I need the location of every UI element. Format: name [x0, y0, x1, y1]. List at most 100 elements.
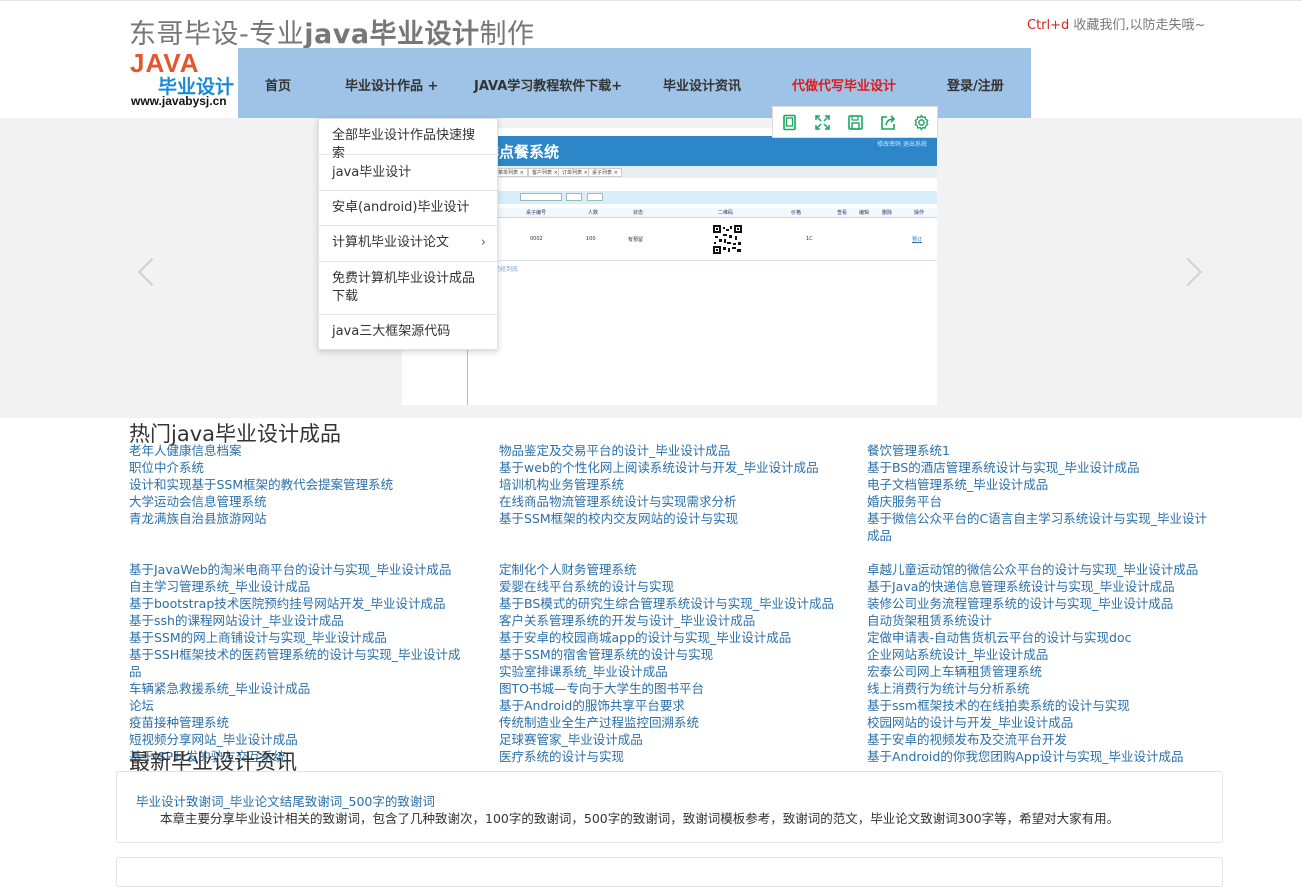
slide-col: 人数 — [588, 210, 599, 216]
hot-link[interactable]: 婚庆服务平台 — [867, 493, 1217, 510]
hot-link[interactable]: 设计和实现基于SSM框架的教代会提案管理系统 — [129, 476, 469, 493]
slide-cell: 预订 — [912, 237, 923, 243]
hot-link[interactable]: 自主学习管理系统_毕业设计成品 — [129, 578, 469, 595]
hot-link[interactable]: 电子文档管理系统_毕业设计成品 — [867, 476, 1217, 493]
slide-col: 价格 — [791, 210, 802, 216]
hot-link[interactable]: 卓越儿童运动馆的微信公众平台的设计与实现_毕业设计成品 — [867, 561, 1217, 578]
image-toolbar — [772, 106, 938, 138]
dropdown-item-search[interactable]: 全部毕业设计作品快速搜索 — [319, 119, 499, 161]
slide-tab: 桌子列表 × — [588, 168, 622, 177]
dropdown-item-android[interactable]: 安卓(android)毕业设计 — [319, 191, 499, 226]
slide-col: 二维码 — [718, 210, 734, 216]
slide-col: 桌子编号 — [526, 210, 547, 216]
hot-link[interactable]: 职位中介系统 — [129, 459, 469, 476]
hot-link[interactable]: 青龙满族自治县旅游网站 — [129, 510, 469, 527]
hot-column-2: 物品鉴定及交易平台的设计_毕业设计成品 基于web的个性化网上阅读系统设计与开发… — [499, 442, 849, 765]
slide-col: 查看 — [837, 210, 848, 216]
hot-link[interactable]: 传统制造业全生产过程监控回溯系统 — [499, 714, 849, 731]
copy-icon[interactable] — [781, 114, 798, 131]
dropdown-item-frameworks[interactable]: java三大框架源代码 — [319, 315, 499, 351]
hot-link[interactable]: 论坛 — [129, 697, 469, 714]
hot-link[interactable]: 基于Java的快递信息管理系统设计与实现_毕业设计成品 — [867, 578, 1217, 595]
slide-cell: 1C — [806, 236, 813, 242]
hot-link[interactable]: 基于Android的服饰共享平台要求 — [499, 697, 849, 714]
slide-tab: 客户列表 × — [528, 168, 562, 177]
slide-add-btn — [587, 193, 603, 201]
hot-link[interactable]: 实验室排课系统_毕业设计成品 — [499, 663, 849, 680]
slide-cell: 0002 — [530, 236, 543, 242]
hot-link[interactable]: 基于微信公众平台的C语言自主学习系统设计与实现_毕业设计成品 — [867, 510, 1217, 544]
news-card — [116, 857, 1223, 887]
nav-works[interactable]: 毕业设计作品 + — [345, 75, 438, 94]
hot-link[interactable]: 定做申请表-自动售货机云平台的设计与实现doc — [867, 629, 1217, 646]
qr-code-icon — [713, 225, 742, 254]
slide-cell: 有預留 — [628, 237, 644, 243]
hot-link[interactable]: 图TO书城—专向于大学生的图书平台 — [499, 680, 849, 697]
hot-link[interactable]: 基于BS模式的研究生综合管理系统设计与实现_毕业设计成品 — [499, 595, 849, 612]
hot-link[interactable]: 餐饮管理系统1 — [867, 442, 1217, 459]
hot-link[interactable]: 基于ssh的课程网站设计_毕业设计成品 — [129, 612, 469, 629]
site-logo[interactable]: JAVA 毕业设计 www.javabysj.cn — [129, 48, 238, 116]
hot-link[interactable]: 自动货架租赁系统设计 — [867, 612, 1217, 629]
slide-col: 编辑 — [859, 210, 870, 216]
hot-link[interactable]: 基于bootstrap技术医院预约挂号网站开发_毕业设计成品 — [129, 595, 469, 612]
settings-icon[interactable] — [913, 114, 930, 131]
slide-tab: 菜单列表 × — [494, 168, 528, 177]
hot-column-1: 老年人健康信息档案 职位中介系统 设计和实现基于SSM框架的教代会提案管理系统 … — [129, 442, 469, 765]
slide-search-btn — [566, 193, 582, 201]
slide-col: 删除 — [882, 210, 893, 216]
dropdown-item-free-download[interactable]: 免费计算机毕业设计成品下载 — [319, 262, 499, 315]
site-title: 东哥毕设-专业java毕业设计制作 — [129, 19, 535, 50]
hot-link[interactable]: 企业网站系统设计_毕业设计成品 — [867, 646, 1217, 663]
share-icon[interactable] — [880, 114, 897, 131]
hot-link[interactable]: 在线商品物流管理系统设计与实现需求分析 — [499, 493, 849, 510]
hot-link[interactable]: 足球赛管家_毕业设计成品 — [499, 731, 849, 748]
hot-link[interactable]: 定制化个人财务管理系统 — [499, 561, 849, 578]
chevron-right-icon: › — [480, 235, 486, 250]
hot-link[interactable]: 基于web的个性化网上阅读系统设计与开发_毕业设计成品 — [499, 459, 849, 476]
hot-link[interactable]: 基于BS的酒店管理系统设计与实现_毕业设计成品 — [867, 459, 1217, 476]
news-description: 本章主要分享毕业设计相关的致谢词，包含了几种致谢次，100字的致谢词，500字的… — [160, 811, 1120, 826]
hot-link[interactable]: 装修公司业务流程管理系统的设计与实现_毕业设计成品 — [867, 595, 1217, 612]
hot-link[interactable]: 宏泰公司网上车辆租赁管理系统 — [867, 663, 1217, 680]
hot-link[interactable]: 线上消费行为统计与分析系统 — [867, 680, 1217, 697]
nav-custom-service[interactable]: 代做代写毕业设计 — [792, 75, 896, 94]
slide-search-box — [520, 193, 562, 201]
logo-url: www.javabysj.cn — [131, 94, 227, 108]
slide-cell: 100 — [586, 236, 596, 242]
slide-col: 操作 — [914, 210, 925, 216]
hot-link[interactable]: 老年人健康信息档案 — [129, 442, 469, 459]
nav-tutorials[interactable]: JAVA学习教程软件下载+ — [474, 75, 622, 94]
hot-link[interactable]: 客户关系管理系统的开发与设计_毕业设计成品 — [499, 612, 849, 629]
slide-tab: 订单列表 × — [558, 168, 592, 177]
slide-col: 状态 — [633, 210, 644, 216]
hot-link[interactable]: 基于SSM的网上商铺设计与实现_毕业设计成品 — [129, 629, 469, 646]
hot-link[interactable]: 基于Android的你我您团购App设计与实现_毕业设计成品 — [867, 748, 1217, 765]
hot-column-3: 餐饮管理系统1 基于BS的酒店管理系统设计与实现_毕业设计成品 电子文档管理系统… — [867, 442, 1217, 765]
nav-news[interactable]: 毕业设计资讯 — [663, 75, 741, 94]
bookmark-tip: Ctrl+d 收藏我们,以防走失哦~ — [1027, 18, 1206, 33]
hot-link[interactable]: 基于SSH框架技术的医药管理系统的设计与实现_毕业设计成品 — [129, 646, 469, 680]
dropdown-item-java[interactable]: java毕业设计 — [319, 155, 499, 191]
top-border — [0, 0, 1302, 1]
news-card: 毕业设计致谢词_毕业论文结尾致谢词_500字的致谢词 本章主要分享毕业设计相关的… — [116, 771, 1223, 843]
nav-login[interactable]: 登录/注册 — [947, 75, 1004, 94]
nav-home[interactable]: 首页 — [265, 75, 291, 94]
fullscreen-icon[interactable] — [814, 114, 831, 131]
dropdown-item-thesis[interactable]: 计算机毕业设计论文 › — [319, 226, 499, 262]
hot-link[interactable]: 疫苗接种管理系统 — [129, 714, 469, 731]
hot-link[interactable]: 基于安卓的视频发布及交流平台开发 — [867, 731, 1217, 748]
hot-link[interactable]: 基于SSM框架的校内交友网站的设计与实现 — [499, 510, 849, 527]
hot-link[interactable]: 爱婴在线平台系统的设计与实现 — [499, 578, 849, 595]
save-icon[interactable] — [847, 114, 864, 131]
hot-link[interactable]: 基于JavaWeb的淘米电商平台的设计与实现_毕业设计成品 — [129, 561, 469, 578]
hot-link[interactable]: 基于安卓的校园商城app的设计与实现_毕业设计成品 — [499, 629, 849, 646]
hot-link[interactable]: 医疗系统的设计与实现 — [499, 748, 849, 765]
hot-link[interactable]: 校园网站的设计与开发_毕业设计成品 — [867, 714, 1217, 731]
hot-link[interactable]: 大学运动会信息管理系统 — [129, 493, 469, 510]
hot-link[interactable]: 车辆紧急救援系统_毕业设计成品 — [129, 680, 469, 697]
hot-link[interactable]: 基于ssm框架技术的在线拍卖系统的设计与实现 — [867, 697, 1217, 714]
hot-link[interactable]: 基于SSM的宿舍管理系统的设计与实现 — [499, 646, 849, 663]
hot-link[interactable]: 物品鉴定及交易平台的设计_毕业设计成品 — [499, 442, 849, 459]
hot-link[interactable]: 培训机构业务管理系统 — [499, 476, 849, 493]
